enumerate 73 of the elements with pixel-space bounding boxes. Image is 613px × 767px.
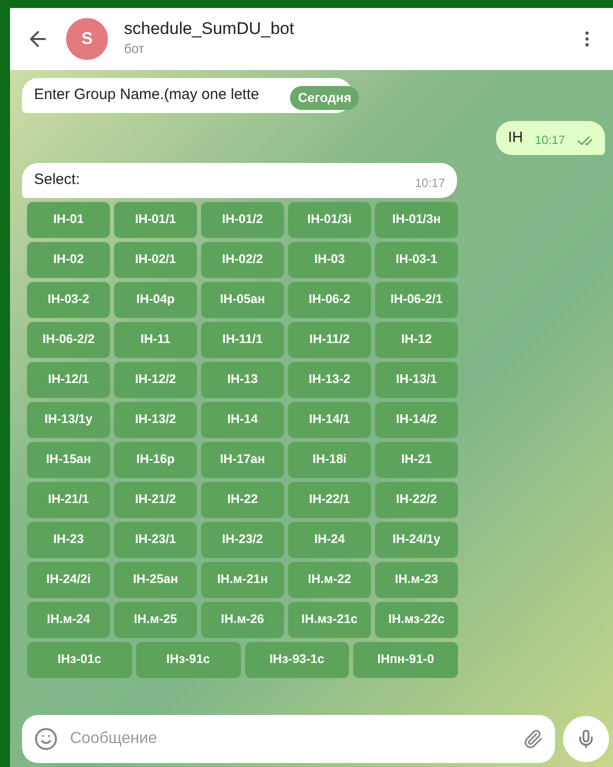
message-time: 10:17	[414, 174, 445, 192]
keyboard-button[interactable]: IH-21/1	[27, 482, 110, 518]
chat-subtitle: бот	[124, 40, 146, 58]
keyboard-button[interactable]: IH-03	[288, 242, 371, 278]
keyboard-button[interactable]: IH-01/3н	[375, 202, 458, 238]
microphone-button[interactable]	[563, 716, 609, 762]
keyboard-button[interactable]: IH-01/3i	[288, 202, 371, 238]
keyboard-button[interactable]: IH-11/2	[288, 322, 371, 358]
avatar: S	[66, 18, 108, 60]
keyboard-button[interactable]: IH-12	[375, 322, 458, 358]
keyboard-button[interactable]: IH-13/1y	[27, 402, 110, 438]
keyboard-button[interactable]: IH-02/2	[201, 242, 284, 278]
keyboard-button[interactable]: IH-13/1	[375, 362, 458, 398]
keyboard-button[interactable]: IH-01/1	[114, 202, 197, 238]
keyboard-button[interactable]: IH.м-25	[114, 602, 197, 638]
keyboard-button[interactable]: IH.м-21н	[201, 562, 284, 598]
message-text: Select:	[34, 170, 80, 190]
attach-icon[interactable]	[523, 729, 543, 749]
keyboard-button[interactable]: IH.м-23	[375, 562, 458, 598]
keyboard-button[interactable]: IH-14/1	[288, 402, 371, 438]
keyboard-button[interactable]: IH-03-1	[375, 242, 458, 278]
keyboard-button[interactable]: IHз-01с	[27, 642, 132, 678]
keyboard-button[interactable]: IH-23	[27, 522, 110, 558]
keyboard-button[interactable]: IH-13/2	[114, 402, 197, 438]
keyboard-button[interactable]: IH-24/2i	[27, 562, 110, 598]
keyboard-button[interactable]: IH-05ан	[201, 282, 284, 318]
keyboard-button[interactable]: IH-14/2	[375, 402, 458, 438]
keyboard-button[interactable]: IH.мз-22с	[375, 602, 458, 638]
date-pill: Сегодня	[290, 86, 360, 110]
chat-title: schedule_SumDU_bot	[124, 19, 296, 40]
keyboard-button[interactable]: IH-17ан	[201, 442, 284, 478]
keyboard-button[interactable]: IH-16p	[114, 442, 197, 478]
keyboard-button[interactable]: IHз-91с	[136, 642, 240, 678]
keyboard-button[interactable]: IH-24	[288, 522, 371, 558]
keyboard-button[interactable]: IH-01/2	[201, 202, 284, 238]
keyboard-button[interactable]: IH.м-24	[27, 602, 110, 638]
keyboard-button[interactable]: IH-02	[27, 242, 110, 278]
keyboard-button[interactable]: IH-03-2	[27, 282, 110, 318]
keyboard-button[interactable]: IH-13-2	[288, 362, 371, 398]
keyboard-button[interactable]: IH-06-2/1	[375, 282, 458, 318]
keyboard-button[interactable]: IH-22/2	[375, 482, 458, 518]
emoji-icon[interactable]	[34, 727, 58, 751]
keyboard-button[interactable]: IH-21	[375, 442, 458, 478]
keyboard-button[interactable]: IH-12/2	[114, 362, 197, 398]
keyboard-button[interactable]: IH.мз-21с	[288, 602, 371, 638]
keyboard-button[interactable]: IHз-93-1с	[244, 642, 350, 678]
keyboard-button[interactable]: IH-01	[27, 202, 110, 238]
keyboard-button[interactable]: IH-11	[114, 322, 197, 358]
keyboard-button[interactable]: IH-11/1	[201, 322, 284, 358]
keyboard-button[interactable]: IH-04p	[114, 282, 197, 318]
keyboard-button[interactable]: IH.м-22	[288, 562, 371, 598]
keyboard-button[interactable]: IH-21/2	[114, 482, 197, 518]
keyboard-button[interactable]: IH-22/1	[288, 482, 371, 518]
keyboard-button[interactable]: IH-24/1y	[375, 522, 458, 558]
keyboard-button[interactable]: IH-25ан	[114, 562, 197, 598]
message-field[interactable]: Сообщение	[22, 715, 555, 763]
keyboard-button[interactable]: IH-06-2	[288, 282, 371, 318]
keyboard-button[interactable]: IH-06-2/2	[27, 322, 110, 358]
keyboard-button[interactable]: IH-18i	[288, 442, 371, 478]
message-text: Enter Group Name.(may one lette	[34, 85, 260, 105]
keyboard-button[interactable]: IH-23/2	[201, 522, 284, 558]
keyboard-button[interactable]: IH-15ан	[27, 442, 110, 478]
keyboard-button[interactable]: IH-22	[201, 482, 284, 518]
message-text: IH	[508, 128, 523, 148]
keyboard-button[interactable]: IH-02/1	[114, 242, 197, 278]
keyboard-button[interactable]: IH-12/1	[27, 362, 110, 398]
keyboard-button[interactable]: IH-13	[201, 362, 284, 398]
message-input[interactable]: Сообщение	[70, 727, 511, 751]
keyboard-button[interactable]: IHпн-91-0	[353, 642, 458, 678]
keyboard-button[interactable]: IH-14	[201, 402, 284, 438]
keyboard-button[interactable]: IH-23/1	[114, 522, 197, 558]
keyboard-button[interactable]: IH.м-26	[201, 602, 284, 638]
message-time: 10:17	[534, 132, 565, 149]
